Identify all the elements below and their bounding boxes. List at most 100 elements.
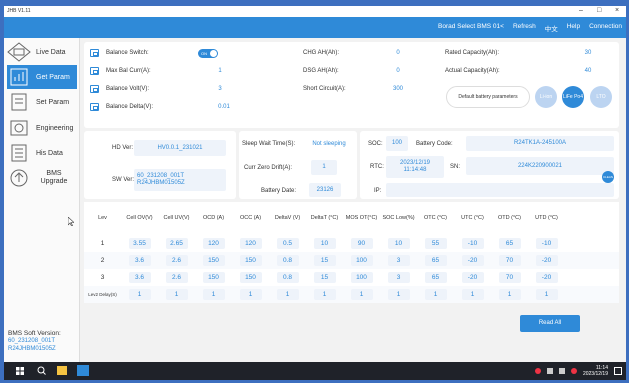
close-icon[interactable]: × bbox=[615, 7, 619, 14]
row-spacer bbox=[565, 286, 619, 303]
col-occ: OCC (A) bbox=[239, 215, 262, 221]
table-cell: 150 bbox=[195, 252, 232, 269]
read-all-button[interactable]: Read All bbox=[520, 315, 580, 332]
battery-option-li-ion[interactable]: Li-ion bbox=[535, 86, 557, 108]
volume-icon[interactable] bbox=[558, 368, 565, 374]
balance-volt-value: 3 bbox=[218, 86, 222, 92]
table-row: 2 3.6 2.6 150 150 0.8 15 100 3 65 -20 70 -20 bbox=[84, 252, 619, 269]
maximize-icon[interactable]: □ bbox=[597, 7, 601, 14]
cell-value: 150 bbox=[202, 255, 225, 266]
document-icon bbox=[11, 93, 27, 111]
board-select-menu[interactable]: Borad Select BMS 01< bbox=[438, 23, 504, 33]
file-explorer-icon[interactable] bbox=[57, 366, 67, 375]
sidebar-item-his-data[interactable]: His Data bbox=[7, 141, 77, 165]
sidebar-item-engineering[interactable]: Engineering bbox=[7, 116, 77, 140]
cell-value: 3 bbox=[387, 272, 410, 283]
clean-button[interactable]: CLEAN bbox=[602, 171, 614, 183]
table-cell: 3.55 bbox=[121, 235, 158, 252]
clock[interactable]: 11:14 2023/12/19 bbox=[583, 365, 608, 377]
cell-value: 150 bbox=[202, 272, 225, 283]
table-cell: 1 bbox=[454, 286, 491, 303]
table-cell: 15 bbox=[306, 252, 343, 269]
engineering-icon bbox=[10, 120, 28, 136]
battery-option-lto[interactable]: LTO bbox=[590, 86, 612, 108]
sn-value: 224K220900021 bbox=[466, 157, 614, 175]
table-cell: 65 bbox=[491, 235, 528, 252]
cell-value: 120 bbox=[202, 238, 225, 249]
taskbar: 11:14 2023/12/19 bbox=[4, 362, 626, 380]
system-tray: 11:14 2023/12/19 bbox=[534, 365, 622, 377]
default-battery-button[interactable]: Default battery parameters bbox=[446, 86, 530, 108]
balance-delta-icon bbox=[90, 103, 99, 111]
sidebar-item-bms-upgrade[interactable]: BMS Upgrade bbox=[7, 164, 77, 192]
col-mos-ot: MOS OT(°C) bbox=[345, 215, 378, 221]
sidebar-item-set-param[interactable]: Set Param bbox=[7, 90, 77, 114]
curr-zero-label: Curr Zero Drift(A): bbox=[244, 165, 292, 171]
cell-value: 2.6 bbox=[165, 255, 188, 266]
table-row: Lev2 Delay(S) 1 1 1 1 1 1 1 1 1 1 1 1 bbox=[84, 286, 619, 303]
table-cell: 0.8 bbox=[269, 252, 306, 269]
table-cell: 10 bbox=[380, 235, 417, 252]
col-ocd: OCD (A) bbox=[202, 215, 225, 221]
rated-capacity-value: 30 bbox=[584, 50, 592, 56]
max-bal-curr-label: Max Bal Curr(A): bbox=[106, 68, 151, 74]
network-icon[interactable] bbox=[546, 368, 553, 374]
help-menu[interactable]: Help bbox=[567, 23, 580, 33]
col-deltat: DeltaT (°C) bbox=[310, 215, 339, 221]
windows-start-icon[interactable] bbox=[16, 367, 24, 375]
balance-switch-label: Balance Switch: bbox=[106, 50, 149, 56]
sidebar-item-get-param[interactable]: Get Param bbox=[7, 65, 77, 89]
table-cell: 150 bbox=[195, 269, 232, 286]
sidebar-item-live-data[interactable]: Live Data bbox=[7, 40, 77, 64]
cell-value: 3.6 bbox=[128, 272, 151, 283]
notification-app-icon[interactable] bbox=[570, 368, 577, 374]
language-menu[interactable]: 中文 bbox=[545, 23, 558, 33]
cell-value: -20 bbox=[461, 255, 484, 266]
curr-zero-value: 1 bbox=[311, 160, 337, 175]
table-cell: -20 bbox=[454, 252, 491, 269]
notifications-icon[interactable] bbox=[614, 367, 622, 375]
table-cell: 2.6 bbox=[158, 252, 195, 269]
sw-ver-line1: 60_231208_001T bbox=[137, 173, 185, 179]
security-icon[interactable] bbox=[534, 368, 541, 374]
table-cell: 2.6 bbox=[158, 269, 195, 286]
row-level-label: 1 bbox=[100, 240, 105, 247]
table-cell: 1 bbox=[417, 286, 454, 303]
cell-value: 15 bbox=[313, 255, 336, 266]
sidebar-item-label: His Data bbox=[36, 149, 63, 157]
minimize-icon[interactable]: – bbox=[579, 7, 583, 14]
app-taskbar-icon[interactable] bbox=[77, 365, 89, 376]
col-utc: UTC (°C) bbox=[461, 215, 484, 221]
col-otd: OTD (°C) bbox=[498, 215, 521, 221]
table-cell: 120 bbox=[232, 235, 269, 252]
title-bar: JHB V1.11 – □ × bbox=[4, 6, 626, 17]
soc-value: 100 bbox=[386, 136, 408, 151]
table-cell: -20 bbox=[528, 269, 565, 286]
refresh-menu[interactable]: Refresh bbox=[513, 23, 536, 33]
actual-capacity-value: 40 bbox=[584, 68, 592, 74]
cell-value: 90 bbox=[350, 238, 373, 249]
cell-value: 3.6 bbox=[128, 255, 151, 266]
cell-value: 1 bbox=[387, 289, 410, 300]
table-cell: 3 bbox=[380, 252, 417, 269]
cell-value: 65 bbox=[424, 255, 447, 266]
menu-bar: Borad Select BMS 01< Refresh 中文 Help Con… bbox=[4, 17, 626, 38]
rtc-time: 11:14:48 bbox=[403, 167, 427, 173]
table-cell: 65 bbox=[417, 252, 454, 269]
table-cell: 100 bbox=[343, 252, 380, 269]
sidebar-item-label: Live Data bbox=[36, 48, 66, 56]
search-icon[interactable] bbox=[37, 366, 46, 375]
sw-ver-line2: R24JHBM01505Z bbox=[137, 180, 185, 186]
ip-value bbox=[386, 183, 614, 197]
table-cell: 120 bbox=[195, 235, 232, 252]
balance-switch-toggle[interactable]: ON bbox=[198, 49, 218, 58]
cell-value: 3.55 bbox=[128, 238, 151, 249]
app-window: JHB V1.11 – □ × Borad Select BMS 01< Ref… bbox=[4, 6, 626, 380]
rtc-label: RTC: bbox=[370, 164, 384, 170]
sidebar-item-label: Engineering bbox=[36, 124, 74, 132]
row-level-label: Lev2 Delay(S) bbox=[88, 292, 117, 297]
connection-menu[interactable]: Connection bbox=[589, 23, 622, 33]
battery-option-lifepo4[interactable]: LiFe Po4 bbox=[562, 86, 584, 108]
cell-value: 1 bbox=[128, 289, 151, 300]
table-cell: 1 bbox=[195, 286, 232, 303]
